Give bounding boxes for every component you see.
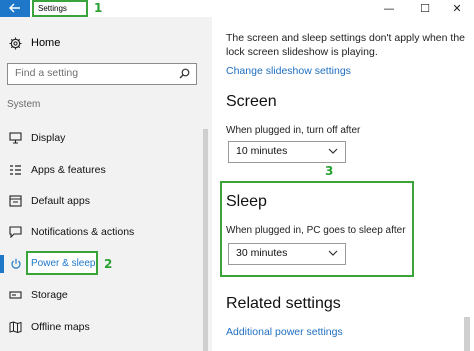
main-scrollbar[interactable] <box>464 317 470 351</box>
chevron-down-icon <box>328 247 338 266</box>
gear-icon <box>8 36 22 50</box>
maximize-button[interactable]: ☐ <box>408 0 442 17</box>
display-icon <box>8 131 22 145</box>
sidebar-item-label: Default apps <box>31 195 90 207</box>
sidebar-item-label: Display <box>31 132 66 144</box>
sleep-timeout-dropdown[interactable]: 30 minutes <box>228 243 346 265</box>
map-icon <box>8 320 22 334</box>
sleep-label: When plugged in, PC goes to sleep after <box>226 225 406 236</box>
search-icon <box>179 68 190 79</box>
back-button[interactable] <box>0 0 30 17</box>
sidebar-item-offline-maps[interactable]: Offline maps <box>8 319 90 335</box>
active-indicator <box>0 255 4 273</box>
slideshow-note: The screen and sleep settings don't appl… <box>226 32 465 58</box>
notifications-icon <box>8 225 22 239</box>
annotation-1: 1 <box>94 1 103 15</box>
screen-timeout-dropdown[interactable]: 10 minutes <box>228 141 346 163</box>
annotation-2: 2 <box>104 257 113 271</box>
section-label-system: System <box>7 99 41 110</box>
apps-icon <box>8 163 22 177</box>
default-apps-icon <box>8 194 22 208</box>
sidebar-item-apps-features[interactable]: Apps & features <box>8 162 106 178</box>
sidebar-item-label: Power & sleep <box>31 258 96 269</box>
sidebar-item-default-apps[interactable]: Default apps <box>8 193 90 209</box>
sidebar: Home Find a setting System Display Apps … <box>0 17 212 351</box>
search-placeholder: Find a setting <box>15 67 79 79</box>
annotation-3: 3 <box>325 164 334 178</box>
sidebar-item-home[interactable]: Home <box>8 35 60 51</box>
sidebar-item-label: Notifications & actions <box>31 226 135 238</box>
sidebar-item-label: Storage <box>31 289 68 301</box>
title-bar: Settings 1 — ☐ ✕ <box>0 0 474 17</box>
main-content: The screen and sleep settings don't appl… <box>212 17 474 351</box>
sidebar-item-storage[interactable]: Storage <box>8 287 68 303</box>
sidebar-item-label: Offline maps <box>31 321 90 333</box>
screen-label: When plugged in, turn off after <box>226 125 361 136</box>
dropdown-value: 10 minutes <box>236 145 288 157</box>
storage-icon <box>8 288 22 302</box>
sidebar-item-notifications[interactable]: Notifications & actions <box>8 224 134 240</box>
related-settings-heading: Related settings <box>226 295 341 312</box>
close-button[interactable]: ✕ <box>440 0 474 17</box>
additional-power-link[interactable]: Additional power settings <box>226 326 343 338</box>
change-slideshow-link[interactable]: Change slideshow settings <box>226 65 351 77</box>
sidebar-item-label: Apps & features <box>31 164 106 176</box>
dropdown-value: 30 minutes <box>236 247 288 259</box>
sidebar-scrollbar[interactable] <box>203 129 208 351</box>
screen-heading: Screen <box>226 93 277 110</box>
window-title: Settings <box>32 0 88 17</box>
home-label: Home <box>31 37 61 49</box>
back-arrow-icon <box>9 3 20 13</box>
sleep-heading: Sleep <box>226 193 267 210</box>
chevron-down-icon <box>328 145 338 164</box>
minimize-button[interactable]: — <box>372 0 406 17</box>
search-input[interactable]: Find a setting <box>7 63 197 85</box>
power-icon <box>11 258 21 269</box>
sidebar-item-display[interactable]: Display <box>8 130 65 146</box>
